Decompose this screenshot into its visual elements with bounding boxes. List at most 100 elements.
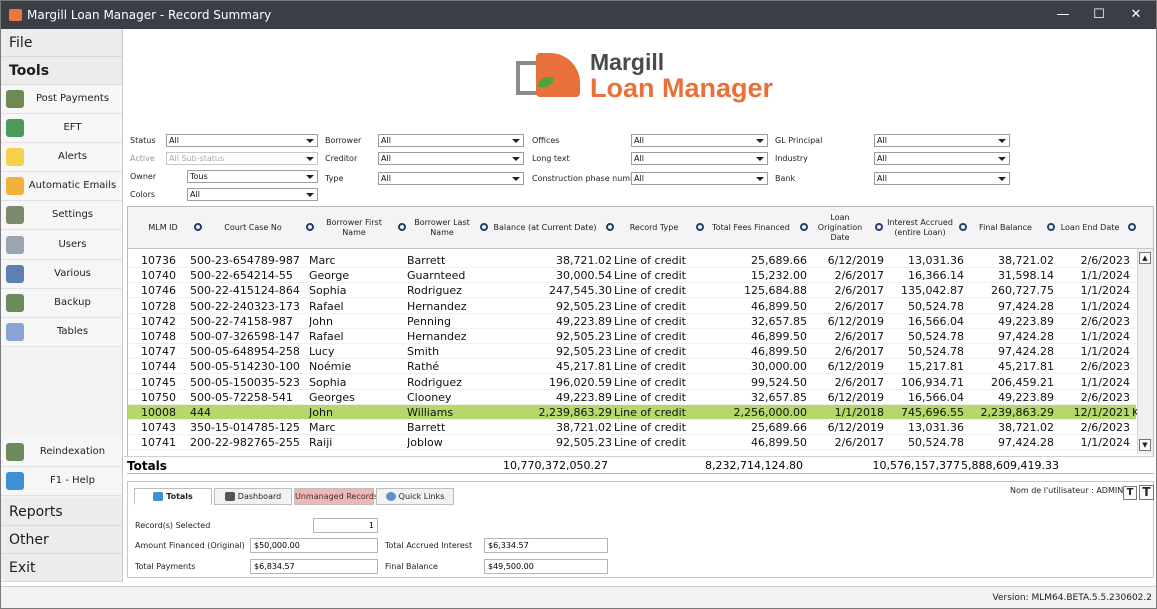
column-header[interactable]: Loan End Date [1056, 211, 1136, 245]
total-payments-label: Total Payments [135, 562, 196, 571]
total-accrued-label: Total Accrued Interest [385, 541, 473, 550]
filter-type-label: Type [325, 174, 344, 183]
table-cell: 49,223.89 [998, 390, 1054, 404]
filter-search-icon[interactable] [696, 223, 704, 231]
filter-search-icon[interactable] [800, 223, 808, 231]
sidebar-item-post-payments[interactable]: Post Payments [1, 85, 122, 114]
table-row[interactable]: 10736 500-23-654789-987 Marc Barrett 38,721.… [128, 253, 1136, 268]
table-row[interactable]: 10743 350-15-014785-125 Marc Barrett 38,721.… [128, 420, 1136, 436]
column-header[interactable]: Borrower Last Name [408, 211, 488, 245]
filter-industry-select[interactable]: All [874, 152, 1010, 165]
tab-dashboard[interactable]: Dashboard [214, 488, 292, 505]
filter-search-icon[interactable] [1128, 223, 1136, 231]
table-row[interactable]: 10741 200-22-982765-255 Raiji Joblow 92,505.… [128, 435, 1136, 451]
table-cell: 46,899.50 [751, 345, 807, 359]
column-header[interactable]: Interest Accrued (entire Loan) [885, 211, 967, 245]
filter-bank-label: Bank [775, 174, 796, 183]
filter-search-icon[interactable] [306, 223, 314, 231]
table-row[interactable]: 10744 500-05-514230-100 Noémie Rathé 45,217.… [128, 359, 1136, 375]
filter-owner-select[interactable]: Tous [187, 170, 318, 183]
tab-quick-links[interactable]: Quick Links [376, 488, 454, 505]
column-header[interactable]: Final Balance [968, 211, 1055, 245]
nav-file[interactable]: File [1, 29, 122, 57]
sidebar-item-tables[interactable]: Tables [1, 318, 122, 347]
table-cell: 16,566.04 [908, 390, 964, 404]
nav-other[interactable]: Other [1, 526, 122, 554]
sidebar-item-backup[interactable]: Backup [1, 289, 122, 318]
sidebar: File Tools Post Payments EFT Alerts Automat… [1, 29, 123, 582]
table-cell: Rafael [309, 330, 344, 343]
tab-totals[interactable]: Totals [134, 488, 212, 505]
table-row[interactable]: 10747 500-05-648954-258 Lucy Smith 92,505.23… [128, 344, 1136, 360]
filter-status-select[interactable]: All [166, 134, 318, 147]
sidebar-item-f1-help[interactable]: F1 - Help [1, 467, 122, 496]
filter-creditor-select[interactable]: All [378, 152, 524, 165]
filter-bank-select[interactable]: All [874, 172, 1010, 185]
nav-exit[interactable]: Exit [1, 554, 122, 582]
table-row[interactable]: 10728 500-22-240323-173 Rafael Hernandez 92,… [128, 299, 1136, 314]
vertical-scrollbar[interactable]: ▲ ▼ [1137, 249, 1153, 454]
sidebar-item-reindexation[interactable]: Reindexation [1, 438, 122, 467]
reindex-icon [6, 443, 24, 461]
table-cell: 46,899.50 [751, 330, 807, 343]
column-header[interactable]: Total Fees Financed [706, 211, 808, 245]
sidebar-item-various[interactable]: Various [1, 260, 122, 289]
table-cell: 10008 [141, 406, 176, 419]
font-smaller-button[interactable]: T [1123, 486, 1137, 500]
scroll-down-icon[interactable]: ▼ [1139, 439, 1151, 451]
column-header[interactable]: Record Type [616, 211, 704, 245]
sidebar-item-eft[interactable]: EFT [1, 114, 122, 143]
filter-borrower-select[interactable]: All [378, 134, 524, 147]
table-row[interactable]: 10740 500-22-654214-55 George Guarnteed 30,0… [128, 268, 1136, 284]
nav-reports[interactable]: Reports [1, 498, 122, 526]
table-cell: 25,689.66 [751, 254, 807, 267]
filter-gl-principal-select[interactable]: All [874, 134, 1010, 147]
filter-search-icon[interactable] [1047, 223, 1055, 231]
table-row[interactable]: 10746 500-22-415124-864 Sophia Rodriguez 247… [128, 283, 1136, 299]
scroll-up-icon[interactable]: ▲ [1139, 252, 1151, 264]
filter-search-icon[interactable] [398, 223, 406, 231]
maximize-button[interactable]: ☐ [1081, 1, 1117, 29]
column-header-label: Loan Origination Date [817, 213, 863, 242]
gears-icon [6, 265, 24, 283]
table-cell: 50,524.78 [908, 345, 964, 359]
table-cell: 10741 [141, 436, 176, 450]
filter-search-icon[interactable] [480, 223, 488, 231]
table-row[interactable]: 10008 444 John Williams 2,239,863.29 Line of … [128, 405, 1138, 420]
column-header-label: Record Type [629, 223, 679, 232]
column-header[interactable]: Borrower First Name [314, 211, 406, 245]
filter-long-text-select[interactable]: All [631, 152, 768, 165]
column-header[interactable]: Loan Origination Date [809, 211, 883, 245]
filter-search-icon[interactable] [606, 223, 614, 231]
column-header[interactable]: MLM ID [136, 211, 202, 245]
close-button[interactable]: ✕ [1118, 1, 1154, 29]
filter-search-icon[interactable] [194, 223, 202, 231]
table-cell: 500-05-150035-523 [190, 375, 300, 389]
table-cell: 49,223.89 [998, 314, 1054, 328]
filter-offices-select[interactable]: All [631, 134, 768, 147]
nav-tools[interactable]: Tools [1, 57, 122, 85]
tab-unmanaged-records[interactable]: Unmanaged Records [294, 488, 378, 505]
minimize-window-button[interactable]: — [1045, 1, 1081, 29]
column-header[interactable]: Court Case No [204, 211, 314, 245]
filter-search-icon[interactable] [959, 223, 967, 231]
table-cell: 500-22-240323-173 [190, 299, 300, 313]
sidebar-item-automatic-emails[interactable]: Automatic Emails [1, 172, 122, 201]
filter-active-select[interactable]: All Sub-status [166, 152, 318, 165]
table-row[interactable]: 10750 500-05-72258-541 Georges Clooney 49,22… [128, 390, 1136, 405]
table-row[interactable]: 10742 500-22-74158-987 John Penning 49,223.8… [128, 314, 1136, 329]
filter-type-select[interactable]: All [378, 172, 524, 185]
sidebar-item-settings[interactable]: Settings [1, 201, 122, 230]
font-larger-button[interactable]: T [1139, 485, 1154, 500]
filter-search-icon[interactable] [875, 223, 883, 231]
sidebar-item-alerts[interactable]: Alerts [1, 143, 122, 172]
table-cell: Guarnteed [407, 269, 466, 283]
table-cell: 2/6/2017 [834, 284, 884, 298]
table-row[interactable]: 10748 500-07-326598-147 Rafael Hernandez 92,… [128, 329, 1136, 344]
filter-colors-select[interactable]: All [187, 188, 318, 201]
column-header[interactable]: Balance (at Current Date) [488, 211, 614, 245]
filter-construction-select[interactable]: All [631, 172, 768, 185]
sidebar-item-users[interactable]: Users [1, 231, 122, 260]
table-row[interactable]: 10745 500-05-150035-523 Sophia Rodriguez 196… [128, 375, 1136, 390]
table-cell: 350-15-014785-125 [190, 421, 300, 435]
